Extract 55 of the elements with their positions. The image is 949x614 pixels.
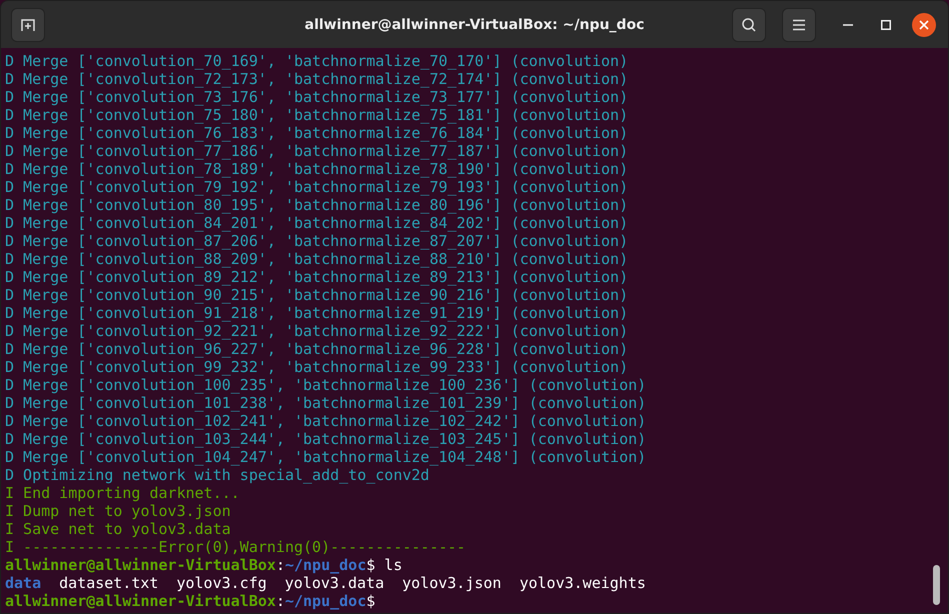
command-text: ls <box>384 556 402 574</box>
log-line: D Optimizing network with special_add_to_conv2d <box>5 466 430 484</box>
log-line: D Merge ['convolution_76_183', 'batchnormalize_76_184'] (convolution) <box>5 124 628 142</box>
log-line: D Merge ['convolution_70_169', 'batchnormalize_70_170'] (convolution) <box>5 52 628 70</box>
log-line: D Merge ['convolution_78_189', 'batchnormalize_78_190'] (convolution) <box>5 160 628 178</box>
file-name: yolov3.json <box>402 574 502 592</box>
search-icon <box>741 16 757 32</box>
log-line: D Merge ['convolution_90_215', 'batchnormalize_90_216'] (convolution) <box>5 286 628 304</box>
log-line: D Merge ['convolution_100_235', 'batchnormalize_100_236'] (convolution) <box>5 376 646 394</box>
log-line: D Merge ['convolution_88_209', 'batchnormalize_88_210'] (convolution) <box>5 250 628 268</box>
log-line: D Merge ['convolution_102_241', 'batchnormalize_102_242'] (convolution) <box>5 412 646 430</box>
new-tab-button[interactable] <box>11 8 45 42</box>
log-line: I Dump net to yolov3.json <box>5 502 231 520</box>
log-line: D Merge ['convolution_79_192', 'batchnormalize_79_193'] (convolution) <box>5 178 628 196</box>
log-line: D Merge ['convolution_101_238', 'batchnormalize_101_239'] (convolution) <box>5 394 646 412</box>
log-line: D Merge ['convolution_104_247', 'batchnormalize_104_248'] (convolution) <box>5 448 646 466</box>
file-name: yolov3.weights <box>519 574 646 592</box>
file-name: yolov3.cfg <box>176 574 267 592</box>
log-line: D Merge ['convolution_89_212', 'batchnormalize_89_213'] (convolution) <box>5 268 628 286</box>
log-line: D Merge ['convolution_75_180', 'batchnormalize_75_181'] (convolution) <box>5 106 628 124</box>
prompt-user: allwinner@allwinner-VirtualBox <box>5 592 276 610</box>
close-button[interactable] <box>912 12 936 36</box>
window-title: allwinner@allwinner-VirtualBox: ~/npu_doc <box>304 16 644 32</box>
log-line: D Merge ['convolution_84_201', 'batchnormalize_84_202'] (convolution) <box>5 214 628 232</box>
prompt-path: ~/npu_doc <box>284 556 366 574</box>
log-line: I ---------------Error(0),Warning(0)--------------- <box>5 538 466 556</box>
file-name: yolov3.data <box>284 574 384 592</box>
log-line: D Merge ['convolution_72_173', 'batchnormalize_72_174'] (convolution) <box>5 70 628 88</box>
log-line: D Merge ['convolution_96_227', 'batchnormalize_96_228'] (convolution) <box>5 340 628 358</box>
file-name: dataset.txt <box>59 574 158 592</box>
prompt-separator: : <box>276 556 285 574</box>
new-tab-icon <box>20 16 36 32</box>
maximize-icon <box>881 20 891 30</box>
prompt-user: allwinner@allwinner-VirtualBox <box>5 556 276 574</box>
log-line: I End importing darknet... <box>5 484 240 502</box>
log-line: D Merge ['convolution_77_186', 'batchnormalize_77_187'] (convolution) <box>5 142 628 160</box>
search-button[interactable] <box>732 8 766 42</box>
log-line: I Save net to yolov3.data <box>5 520 231 538</box>
log-line: D Merge ['convolution_99_232', 'batchnormalize_99_233'] (convolution) <box>5 358 628 376</box>
log-line: D Merge ['convolution_92_221', 'batchnormalize_92_222'] (convolution) <box>5 322 628 340</box>
prompt-separator: : <box>276 592 285 610</box>
prompt-sign: $ <box>366 556 376 574</box>
log-line: D Merge ['convolution_103_244', 'batchnormalize_103_245'] (convolution) <box>5 430 646 448</box>
minimize-icon <box>843 24 853 26</box>
prompt-path: ~/npu_doc <box>284 592 366 610</box>
log-line: D Merge ['convolution_91_218', 'batchnormalize_91_219'] (convolution) <box>5 304 628 322</box>
log-line: D Merge ['convolution_87_206', 'batchnormalize_87_207'] (convolution) <box>5 232 628 250</box>
menu-icon <box>792 18 806 30</box>
prompt-sign: $ <box>366 592 376 610</box>
scrollbar-thumb[interactable] <box>933 565 940 605</box>
close-icon <box>919 20 929 30</box>
file-name: data <box>5 574 42 592</box>
log-line: D Merge ['convolution_73_176', 'batchnormalize_73_177'] (convolution) <box>5 88 628 106</box>
menu-button[interactable] <box>782 8 816 42</box>
log-line: D Merge ['convolution_80_195', 'batchnormalize_80_196'] (convolution) <box>5 196 628 214</box>
